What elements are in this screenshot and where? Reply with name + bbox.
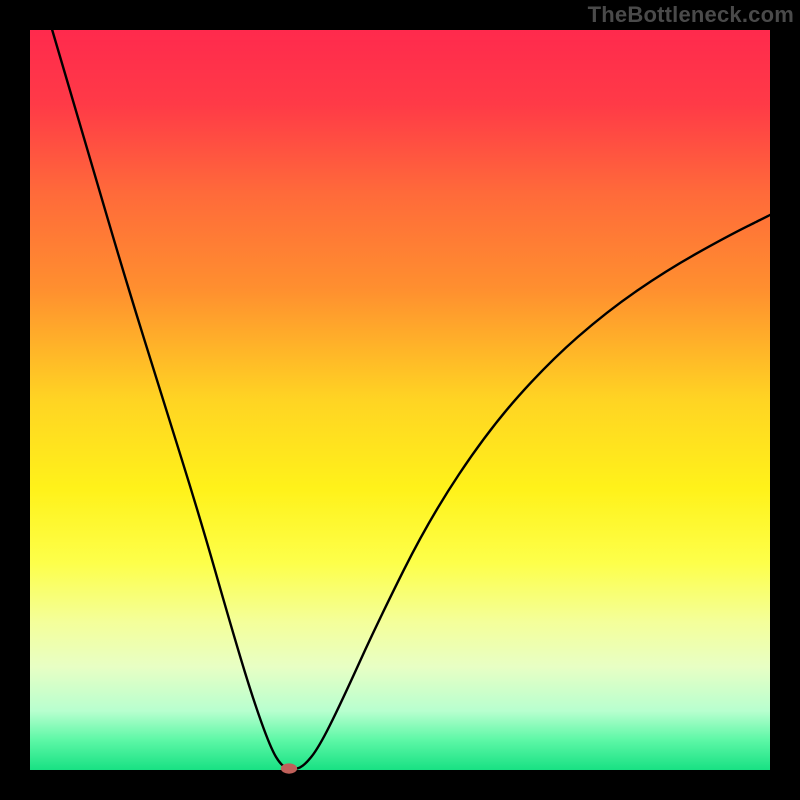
plot-background — [30, 30, 770, 770]
watermark-text: TheBottleneck.com — [588, 2, 794, 28]
bottleneck-chart — [0, 0, 800, 800]
chart-frame: TheBottleneck.com — [0, 0, 800, 800]
optimal-point-marker — [281, 763, 297, 773]
